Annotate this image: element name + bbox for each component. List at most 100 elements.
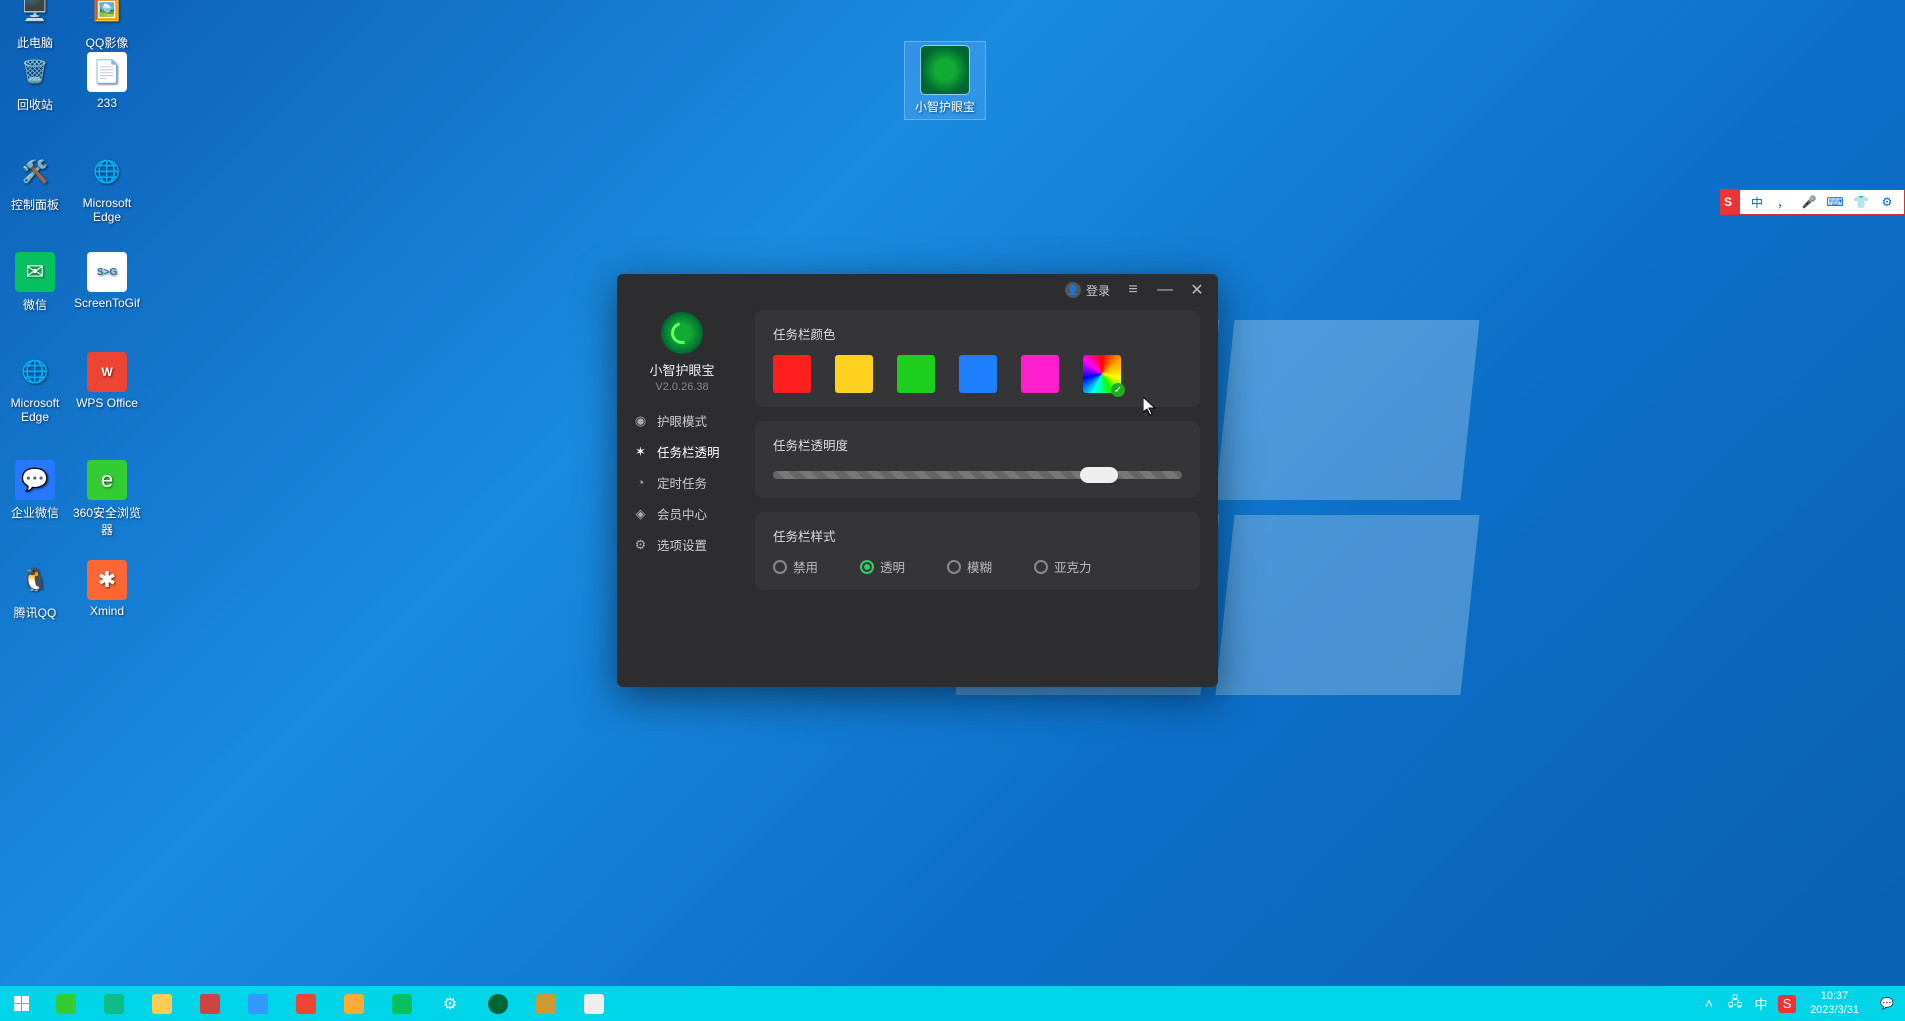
taskbar-app-unknown2[interactable] bbox=[234, 986, 282, 1021]
nav-taskbar-transparent[interactable]: ✶ 任务栏透明 bbox=[617, 436, 747, 467]
minimize-icon: — bbox=[1157, 281, 1173, 299]
hamburger-icon: ≡ bbox=[1128, 281, 1137, 299]
style-radios: 禁用 透明 模糊 亚克力 bbox=[773, 557, 1182, 576]
desktop-icon-qq[interactable]: 🐧 腾讯QQ bbox=[0, 560, 70, 621]
taskbar-app-wps[interactable] bbox=[282, 986, 330, 1021]
ime-skin-icon[interactable]: 👕 bbox=[1852, 193, 1870, 211]
ime-punct[interactable]: ， bbox=[1774, 193, 1792, 211]
wechat-icon bbox=[392, 994, 412, 1014]
system-tray: ˄ 🖧 中 S 10:37 2023/3/31 💬 bbox=[1700, 986, 1905, 1021]
swatch-yellow[interactable] bbox=[835, 355, 873, 393]
desktop-icon-app-shortcut[interactable]: 小智护眼宝 bbox=[905, 42, 985, 119]
desktop-icon-recycle[interactable]: 🗑️ 回收站 bbox=[0, 52, 70, 113]
radio-icon bbox=[860, 560, 874, 574]
qq-icon: 🐧 bbox=[15, 560, 55, 600]
desktop-icon-qq-image[interactable]: 🖼️ QQ影像 bbox=[72, 0, 142, 51]
desktop-icon-233[interactable]: 📄 233 bbox=[72, 52, 142, 110]
label: 360安全浏览器 bbox=[72, 504, 142, 538]
app-icon bbox=[200, 994, 220, 1014]
nav-eye-mode[interactable]: ◉ 护眼模式 bbox=[617, 405, 747, 436]
taskbar-app-wechat[interactable] bbox=[378, 986, 426, 1021]
label: 小智护眼宝 bbox=[909, 98, 981, 115]
radio-disable[interactable]: 禁用 bbox=[773, 557, 818, 576]
wechat-icon: ✉ bbox=[15, 252, 55, 292]
tray-ime[interactable]: 中 bbox=[1752, 995, 1770, 1013]
pc-icon: 🖥️ bbox=[15, 0, 55, 30]
browser360-icon: e bbox=[87, 460, 127, 500]
tray-clock[interactable]: 10:37 2023/3/31 bbox=[1804, 990, 1865, 1016]
desktop-icon-360[interactable]: e 360安全浏览器 bbox=[72, 460, 142, 538]
minimize-button[interactable]: — bbox=[1150, 277, 1180, 303]
taskbar-app-unknown3[interactable] bbox=[522, 986, 570, 1021]
panel-title: 任务栏样式 bbox=[773, 526, 1182, 545]
notifications-button[interactable]: 💬 bbox=[1873, 986, 1901, 1021]
menu-button[interactable]: ≡ bbox=[1118, 277, 1148, 303]
desktop-icon-xmind[interactable]: ✱ Xmind bbox=[72, 560, 142, 618]
ent-wechat-icon: 💬 bbox=[15, 460, 55, 500]
taskbar-app-unknown1[interactable] bbox=[186, 986, 234, 1021]
slider-thumb[interactable] bbox=[1080, 467, 1118, 483]
wps-icon bbox=[296, 994, 316, 1014]
desktop-icon-edge2[interactable]: 🌐 Microsoft Edge bbox=[0, 352, 70, 424]
start-button[interactable] bbox=[0, 986, 42, 1021]
taskbar-app-folder[interactable] bbox=[330, 986, 378, 1021]
swatch-green[interactable] bbox=[897, 355, 935, 393]
wps-icon: W bbox=[87, 352, 127, 392]
gear-icon: ⚙ bbox=[633, 537, 648, 552]
ime-tool-icon[interactable]: ⚙ bbox=[1878, 193, 1896, 211]
app-version: V2.0.26.38 bbox=[617, 381, 747, 393]
app-window: 👤 登录 ≡ — ✕ 小智护眼宝 V2.0.26.38 ◉ 护眼模式 ✶ 任务栏… bbox=[617, 274, 1218, 687]
taskbar-app-360[interactable] bbox=[42, 986, 90, 1021]
edge-icon bbox=[104, 994, 124, 1014]
browser360-icon bbox=[56, 994, 76, 1014]
label: 腾讯QQ bbox=[0, 604, 70, 621]
desktop-icon-control-panel[interactable]: 🛠️ 控制面板 bbox=[0, 152, 70, 213]
label: 企业微信 bbox=[0, 504, 70, 521]
tray-chevron[interactable]: ˄ bbox=[1700, 995, 1718, 1013]
taskbar-app-unknown4[interactable] bbox=[570, 986, 618, 1021]
taskbar-app-settings[interactable]: ⚙ bbox=[426, 986, 474, 1021]
desktop-icon-ent-wechat[interactable]: 💬 企业微信 bbox=[0, 460, 70, 521]
login-label: 登录 bbox=[1086, 282, 1110, 299]
taskbar-app-explorer[interactable] bbox=[138, 986, 186, 1021]
taskbar-app-eye[interactable] bbox=[474, 986, 522, 1021]
folder-icon bbox=[344, 994, 364, 1014]
radio-label: 亚克力 bbox=[1054, 557, 1092, 576]
taskbar-app-edge[interactable] bbox=[90, 986, 138, 1021]
app-icon bbox=[921, 46, 969, 94]
app-icon bbox=[488, 994, 508, 1014]
ime-mic-icon[interactable]: 🎤 bbox=[1800, 193, 1818, 211]
desktop-icon-screentogif[interactable]: S>G ScreenToGif bbox=[72, 252, 142, 310]
swatch-magenta[interactable] bbox=[1021, 355, 1059, 393]
titlebar[interactable]: 👤 登录 ≡ — ✕ bbox=[617, 274, 1218, 306]
tray-sogou-icon[interactable]: S bbox=[1778, 995, 1796, 1013]
label: 微信 bbox=[0, 296, 70, 313]
radio-icon bbox=[1034, 560, 1048, 574]
radio-acrylic[interactable]: 亚克力 bbox=[1034, 557, 1092, 576]
swatch-custom[interactable]: ✓ bbox=[1083, 355, 1121, 393]
ime-lang[interactable]: 中 bbox=[1748, 193, 1766, 211]
app-icon bbox=[536, 994, 556, 1014]
desktop-icon-wechat[interactable]: ✉ 微信 bbox=[0, 252, 70, 313]
login-button[interactable]: 👤 登录 bbox=[1065, 282, 1110, 299]
radio-transparent[interactable]: 透明 bbox=[860, 557, 905, 576]
qq-image-icon: 🖼️ bbox=[87, 0, 127, 30]
ime-keyboard-icon[interactable]: ⌨ bbox=[1826, 193, 1844, 211]
desktop-icon-edge1[interactable]: 🌐 Microsoft Edge bbox=[72, 152, 142, 224]
swatch-blue[interactable] bbox=[959, 355, 997, 393]
opacity-slider[interactable] bbox=[773, 466, 1182, 484]
nav-member[interactable]: ◈ 会员中心 bbox=[617, 498, 747, 529]
swatch-red[interactable] bbox=[773, 355, 811, 393]
label: Microsoft Edge bbox=[0, 396, 70, 424]
nav-label: 会员中心 bbox=[657, 504, 707, 523]
desktop-icon-this-pc[interactable]: 🖥️ 此电脑 bbox=[0, 0, 70, 51]
tray-network-icon[interactable]: 🖧 bbox=[1726, 995, 1744, 1013]
close-button[interactable]: ✕ bbox=[1182, 277, 1212, 303]
nav-options[interactable]: ⚙ 选项设置 bbox=[617, 529, 747, 560]
nav-timer[interactable]: ◔ 定时任务 bbox=[617, 467, 747, 498]
ime-toolbar[interactable]: S 中 ， 🎤 ⌨ 👕 ⚙ bbox=[1720, 189, 1905, 215]
close-icon: ✕ bbox=[1190, 280, 1203, 300]
color-swatches: ✓ bbox=[773, 355, 1182, 393]
desktop-icon-wps[interactable]: W WPS Office bbox=[72, 352, 142, 410]
radio-blur[interactable]: 模糊 bbox=[947, 557, 992, 576]
